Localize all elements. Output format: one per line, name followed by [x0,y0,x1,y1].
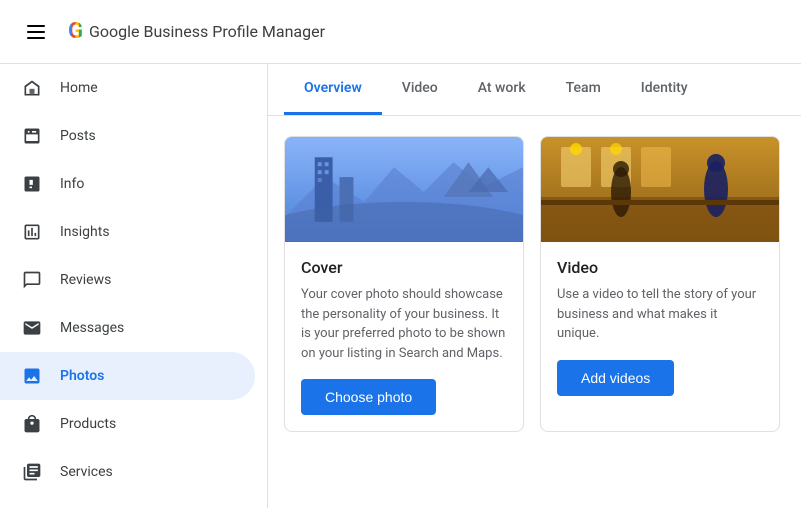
cover-card-desc: Your cover photo should showcase the per… [301,285,507,363]
cover-card: Cover Your cover photo should showcase t… [284,136,524,432]
products-icon [20,412,44,436]
video-card: Video Use a video to tell the story of y… [540,136,780,432]
reviews-icon [20,268,44,292]
sidebar-item-info[interactable]: Info [0,160,255,208]
tab-at-work[interactable]: At work [458,64,546,115]
cards-area: Cover Your cover photo should showcase t… [268,116,801,452]
sidebar-item-messages[interactable]: Messages [0,304,255,352]
posts-icon [20,124,44,148]
sidebar-item-reviews[interactable]: Reviews [0,256,255,304]
sidebar-item-posts[interactable]: Posts [0,112,255,160]
video-card-body: Video Use a video to tell the story of y… [541,242,779,412]
photos-icon [20,364,44,388]
tab-overview[interactable]: Overview [284,64,382,115]
sidebar-item-reviews-label: Reviews [60,272,111,288]
google-logo-letter: G [68,19,83,44]
cover-card-title: Cover [301,258,507,277]
sidebar-item-services-label: Services [60,464,113,480]
add-videos-button[interactable]: Add videos [557,360,674,396]
topbar: G Google Business Profile Manager [0,0,801,64]
tab-identity[interactable]: Identity [621,64,708,115]
sidebar-item-photos[interactable]: Photos [0,352,255,400]
sidebar: Home Posts Info Insights Reviews [0,64,268,508]
topbar-title: Google Business Profile Manager [89,22,325,41]
main-content: Overview Video At work Team Identity [268,64,801,508]
video-image [541,137,779,242]
info-icon [20,172,44,196]
sidebar-item-products[interactable]: Products [0,400,255,448]
insights-icon [20,220,44,244]
home-icon [20,76,44,100]
video-card-desc: Use a video to tell the story of your bu… [557,285,763,344]
cover-card-body: Cover Your cover photo should showcase t… [285,242,523,431]
sidebar-item-insights-label: Insights [60,224,110,240]
sidebar-item-posts-label: Posts [60,128,96,144]
sidebar-item-home-label: Home [60,80,98,96]
sidebar-item-photos-label: Photos [60,368,104,384]
main-layout: Home Posts Info Insights Reviews [0,64,801,508]
logo: G Google Business Profile Manager [68,19,325,44]
sidebar-item-messages-label: Messages [60,320,124,336]
sidebar-item-home[interactable]: Home [0,64,255,112]
cover-image [285,137,523,242]
sidebar-item-products-label: Products [60,416,116,432]
sidebar-item-services[interactable]: Services [0,448,255,496]
sidebar-item-info-label: Info [60,176,84,192]
tab-team[interactable]: Team [546,64,621,115]
tab-video[interactable]: Video [382,64,458,115]
tabs-bar: Overview Video At work Team Identity [268,64,801,116]
menu-icon[interactable] [16,12,56,52]
services-icon [20,460,44,484]
video-card-title: Video [557,258,763,277]
choose-photo-button[interactable]: Choose photo [301,379,436,415]
messages-icon [20,316,44,340]
sidebar-item-insights[interactable]: Insights [0,208,255,256]
